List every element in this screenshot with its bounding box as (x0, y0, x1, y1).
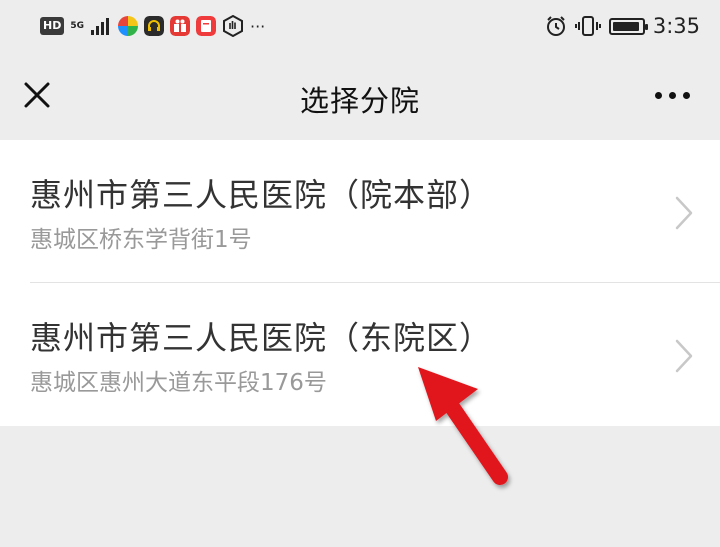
overflow-status-icon: ··· (250, 16, 266, 36)
app-icon-colorful (118, 16, 138, 36)
hand-app-icon (223, 15, 243, 37)
more-dot (683, 92, 690, 99)
headphone-app-icon (144, 16, 164, 36)
more-icon[interactable] (655, 92, 690, 99)
status-bar: HD 5G ··· 3:35 (0, 0, 720, 52)
red-arrow-annotation-icon (418, 367, 508, 485)
page-title: 选择分院 (299, 84, 420, 118)
hd-badge: HD (40, 17, 65, 35)
branch-item-main-campus[interactable]: 惠州市第三人民医院（院本部） 惠城区桥东学背街1号 (0, 140, 720, 283)
vibrate-icon (574, 16, 601, 36)
status-bar-left: HD 5G ··· (40, 13, 265, 39)
network-type: 5G (70, 20, 84, 31)
nav-bar: 选择分院 (0, 52, 720, 140)
branch-name: 惠州市第三人民医院（东院区） (30, 319, 493, 357)
status-bar-right: 3:35 (545, 13, 700, 39)
branch-item-east-campus[interactable]: 惠州市第三人民医院（东院区） 惠城区惠州大道东平段176号 (0, 283, 720, 426)
branch-name: 惠州市第三人民医院（院本部） (30, 176, 493, 214)
battery-fill (612, 21, 639, 31)
branch-address: 惠城区桥东学背街1号 (30, 227, 252, 253)
book-app-icon (196, 16, 216, 36)
more-dot (655, 92, 662, 99)
more-dot (669, 92, 676, 99)
signal-icon (91, 18, 109, 35)
battery-icon (608, 17, 648, 35)
branch-address: 惠城区惠州大道东平段176号 (30, 370, 327, 396)
gift-app-icon (170, 16, 190, 36)
chevron-right-icon (675, 196, 693, 230)
status-time: 3:35 (652, 14, 700, 38)
network-type-label: 5G (70, 20, 84, 31)
chevron-right-icon (675, 339, 693, 373)
branch-list: 惠州市第三人民医院（院本部） 惠城区桥东学背街1号 惠州市第三人民医院（东院区）… (0, 140, 720, 426)
alarm-icon (546, 16, 565, 36)
